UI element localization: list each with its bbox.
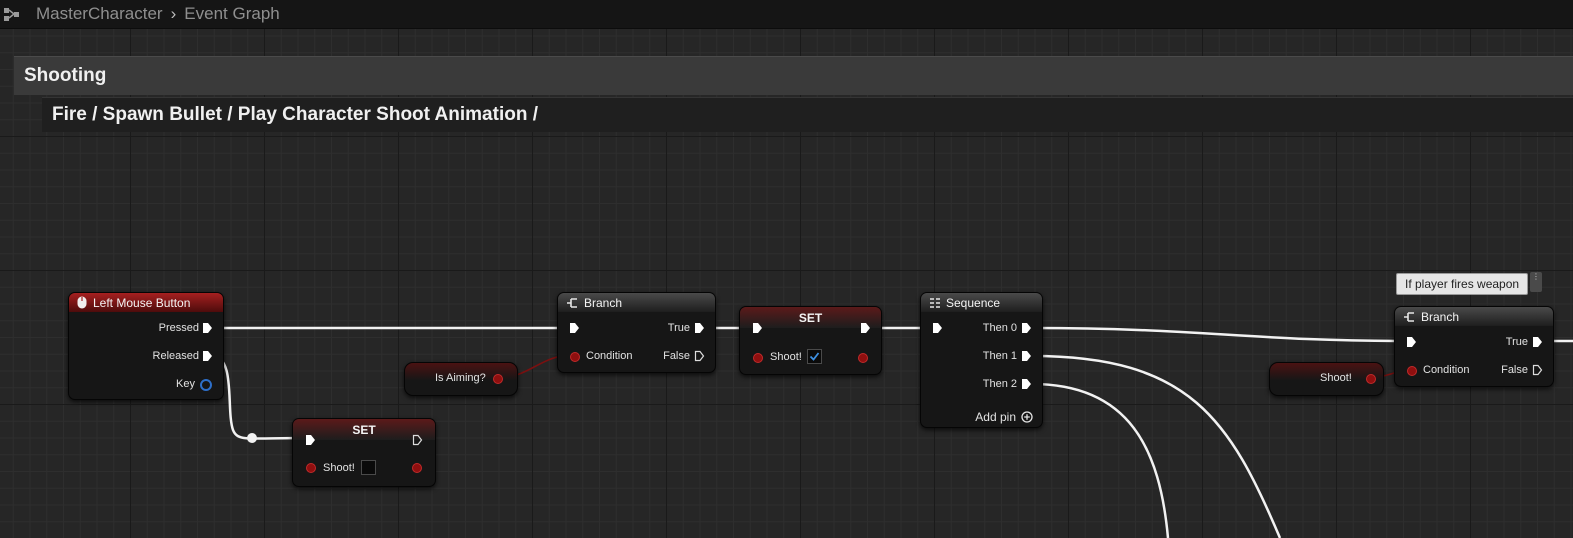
pin-label-false: False	[663, 350, 690, 362]
node-title: Branch	[584, 295, 623, 310]
comment-title: Shooting	[24, 65, 107, 86]
comment-box-fire[interactable]: Fire / Spawn Bullet / Play Character Sho…	[42, 97, 1573, 132]
pin-label-false: False	[1501, 364, 1528, 376]
var-label: Shoot!	[1320, 372, 1352, 384]
var-label: Is Aiming?	[435, 372, 486, 384]
node-title: Sequence	[946, 295, 1001, 310]
exec-wire-then2	[1031, 382, 1170, 538]
node-title: SET	[352, 422, 376, 437]
exec-pin-then2[interactable]	[1021, 378, 1032, 390]
exec-pin-false[interactable]	[694, 350, 705, 362]
pin-label-released: Released	[152, 350, 199, 362]
comment-title: Fire / Spawn Bullet / Play Character Sho…	[52, 104, 538, 125]
bool-pin-shoot-in[interactable]	[753, 353, 763, 363]
sequence-icon	[930, 297, 940, 308]
exec-pin-in[interactable]	[1406, 336, 1417, 348]
variable-get-shoot[interactable]: Shoot!	[1269, 362, 1384, 396]
breadcrumb-current[interactable]: Event Graph	[184, 4, 279, 24]
checkbox-shoot-true[interactable]	[807, 349, 822, 364]
branch-node-2[interactable]: Branch True Condition False	[1394, 306, 1554, 387]
exec-pin-pressed[interactable]	[202, 322, 213, 334]
node-comment-bubble[interactable]: If player fires weapon	[1396, 273, 1529, 295]
var-label-shoot: Shoot!	[323, 462, 355, 474]
pin-label-key: Key	[176, 378, 195, 390]
exec-pin-out[interactable]	[860, 322, 871, 334]
node-title: Branch	[1421, 309, 1460, 324]
node-title: SET	[798, 310, 823, 325]
exec-pin-in[interactable]	[305, 434, 316, 446]
bool-pin-out[interactable]	[493, 374, 503, 384]
pin-label-pressed: Pressed	[158, 322, 199, 334]
pin-label-condition: Condition	[1423, 364, 1470, 376]
exec-pin-true[interactable]	[1532, 336, 1543, 348]
event-node-left-mouse-button[interactable]: Left Mouse Button Pressed Released Key	[68, 292, 224, 400]
bool-pin-shoot-out[interactable]	[858, 353, 868, 363]
pin-label-true: True	[1505, 336, 1528, 348]
node-title: Left Mouse Button	[93, 295, 191, 310]
exec-pin-true[interactable]	[694, 322, 705, 334]
pin-label-then2: Then 2	[982, 378, 1017, 390]
add-pin-label[interactable]: Add pin	[975, 410, 1016, 424]
node-header: Left Mouse Button	[69, 293, 223, 312]
exec-pin-in[interactable]	[752, 322, 763, 334]
checkmark-icon	[809, 352, 820, 361]
checkbox-shoot-false[interactable]	[361, 460, 376, 475]
exec-pin-in[interactable]	[569, 322, 580, 334]
pin-label-then0: Then 0	[982, 322, 1017, 334]
node-header: Sequence	[921, 293, 1042, 312]
branch-icon	[567, 297, 577, 308]
variable-get-is-aiming[interactable]: Is Aiming?	[404, 362, 518, 396]
pin-label-then1: Then 1	[982, 350, 1017, 362]
branch-icon	[1404, 311, 1414, 322]
exec-pin-out[interactable]	[412, 434, 423, 446]
bool-pin-shoot-in[interactable]	[306, 463, 316, 473]
bool-pin-shoot-out[interactable]	[412, 463, 422, 473]
var-label-shoot: Shoot!	[770, 351, 802, 363]
exec-wire-then0-branch2	[1031, 326, 1407, 343]
bool-pin-condition[interactable]	[570, 352, 580, 362]
node-header: Branch	[1395, 307, 1553, 326]
reroute-knot[interactable]	[247, 433, 257, 443]
exec-wire-then1	[1031, 354, 1282, 538]
pin-label-condition: Condition	[586, 350, 633, 362]
exec-pin-then1[interactable]	[1021, 350, 1032, 362]
pin-label-true: True	[667, 322, 690, 334]
sequence-node[interactable]: Sequence Then 0 Then 1 Then 2 Add pin	[920, 292, 1043, 428]
set-node-shoot-true[interactable]: SET Shoot!	[739, 306, 882, 375]
graph-icon	[4, 8, 19, 21]
exec-pin-released[interactable]	[202, 350, 213, 362]
breadcrumb: MasterCharacter › Event Graph	[0, 0, 1573, 29]
set-node-shoot-false[interactable]: SET Shoot!	[292, 418, 436, 487]
add-pin-icon[interactable]	[1021, 411, 1033, 423]
bool-pin-out[interactable]	[1366, 374, 1376, 384]
branch-node-1[interactable]: Branch True Condition False	[557, 292, 716, 373]
pin-comment-icon[interactable]: ⋮	[1530, 272, 1542, 292]
exec-pin-in[interactable]	[932, 322, 943, 334]
mouse-icon	[77, 296, 87, 309]
chevron-right-icon: ›	[170, 4, 177, 23]
bool-pin-condition[interactable]	[1407, 366, 1417, 376]
node-comment-text: If player fires weapon	[1405, 277, 1520, 291]
struct-pin-key[interactable]	[200, 379, 212, 391]
breadcrumb-parent[interactable]: MasterCharacter	[36, 4, 163, 24]
exec-pin-then0[interactable]	[1021, 322, 1032, 334]
comment-box-shooting[interactable]: Shooting	[14, 56, 1573, 95]
exec-pin-false[interactable]	[1532, 364, 1543, 376]
node-header: Branch	[558, 293, 715, 312]
